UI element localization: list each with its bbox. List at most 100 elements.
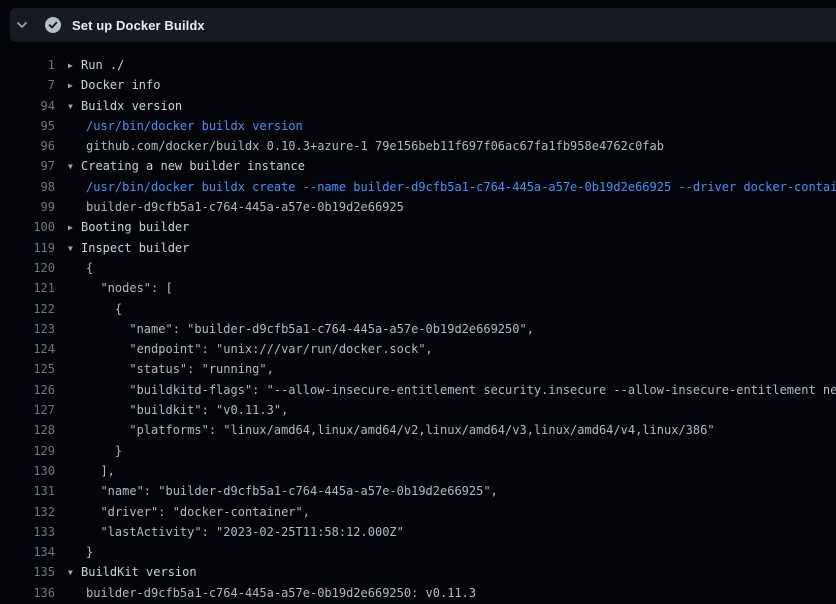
output-text: }: [86, 444, 122, 458]
line-number[interactable]: 95: [0, 116, 55, 136]
line-number[interactable]: 136: [0, 583, 55, 603]
line-content: /usr/bin/docker buildx version: [86, 116, 303, 136]
log-line[interactable]: 135 ▼BuildKit version: [0, 562, 836, 582]
log-line: 130 ],: [0, 461, 836, 481]
line-content: "lastActivity": "2023-02-25T11:58:12.000…: [86, 522, 404, 542]
line-content: "status": "running",: [86, 359, 274, 379]
line-number[interactable]: 126: [0, 380, 55, 400]
line-content: ▼Inspect builder: [68, 238, 189, 258]
chevron-down-icon[interactable]: [14, 17, 30, 33]
line-number[interactable]: 125: [0, 359, 55, 379]
line-content: builder-d9cfb5a1-c764-445a-a57e-0b19d2e6…: [86, 197, 404, 217]
line-number[interactable]: 131: [0, 481, 55, 501]
output-text: ],: [86, 464, 115, 478]
log-line[interactable]: 100 ▶Booting builder: [0, 217, 836, 237]
line-content: "endpoint": "unix:///var/run/docker.sock…: [86, 339, 433, 359]
line-number[interactable]: 94: [0, 96, 55, 116]
group-title: Inspect builder: [81, 241, 189, 255]
log-line: 120 {: [0, 258, 836, 278]
output-text: "platforms": "linux/amd64,linux/amd64/v2…: [86, 423, 715, 437]
output-text: builder-d9cfb5a1-c764-445a-a57e-0b19d2e6…: [86, 200, 404, 214]
line-content: ▶Run ./: [68, 55, 124, 75]
line-number[interactable]: 120: [0, 258, 55, 278]
log-line: 98 /usr/bin/docker buildx create --name …: [0, 177, 836, 197]
log-line: 134 }: [0, 542, 836, 562]
line-content: ▶Docker info: [68, 75, 160, 95]
line-number[interactable]: 98: [0, 177, 55, 197]
line-content: ▼Creating a new builder instance: [68, 156, 305, 176]
log-line: 131 "name": "builder-d9cfb5a1-c764-445a-…: [0, 481, 836, 501]
output-text: }: [86, 545, 93, 559]
line-content: {: [86, 258, 93, 278]
group-title: Run ./: [81, 58, 124, 72]
line-number[interactable]: 135: [0, 562, 55, 582]
chevron-collapsed-icon: ▶: [68, 76, 81, 95]
line-content: builder-d9cfb5a1-c764-445a-a57e-0b19d2e6…: [86, 583, 476, 603]
line-number[interactable]: 121: [0, 278, 55, 298]
log-line: 133 "lastActivity": "2023-02-25T11:58:12…: [0, 522, 836, 542]
step-title: Set up Docker Buildx: [72, 18, 205, 33]
log-line: 136 builder-d9cfb5a1-c764-445a-a57e-0b19…: [0, 583, 836, 603]
output-text: "buildkit": "v0.11.3",: [86, 403, 288, 417]
chevron-expanded-icon: ▼: [68, 97, 81, 116]
output-text: github.com/docker/buildx 0.10.3+azure-1 …: [86, 139, 664, 153]
line-content: }: [86, 441, 122, 461]
line-content: ▶Booting builder: [68, 217, 189, 237]
log-line: 99 builder-d9cfb5a1-c764-445a-a57e-0b19d…: [0, 197, 836, 217]
line-content: ],: [86, 461, 115, 481]
line-number[interactable]: 7: [0, 75, 55, 95]
line-number[interactable]: 99: [0, 197, 55, 217]
group-title: Booting builder: [81, 220, 189, 234]
line-number[interactable]: 134: [0, 542, 55, 562]
line-number[interactable]: 119: [0, 238, 55, 258]
command-text: /usr/bin/docker buildx version: [86, 119, 303, 133]
line-number[interactable]: 124: [0, 339, 55, 359]
log-line: 129 }: [0, 441, 836, 461]
line-number[interactable]: 128: [0, 420, 55, 440]
line-content: }: [86, 542, 93, 562]
line-number[interactable]: 1: [0, 55, 55, 75]
line-number[interactable]: 132: [0, 502, 55, 522]
output-text: {: [86, 261, 93, 275]
log-line: 125 "status": "running",: [0, 359, 836, 379]
log-line[interactable]: 94 ▼Buildx version: [0, 96, 836, 116]
log-line[interactable]: 1 ▶Run ./: [0, 55, 836, 75]
line-number[interactable]: 97: [0, 156, 55, 176]
output-text: "name": "builder-d9cfb5a1-c764-445a-a57e…: [86, 484, 498, 498]
line-number[interactable]: 133: [0, 522, 55, 542]
step-header[interactable]: Set up Docker Buildx: [10, 8, 836, 42]
chevron-collapsed-icon: ▶: [68, 218, 81, 237]
log-line: 127 "buildkit": "v0.11.3",: [0, 400, 836, 420]
output-text: "buildkitd-flags": "--allow-insecure-ent…: [86, 383, 836, 397]
log-line[interactable]: 97 ▼Creating a new builder instance: [0, 156, 836, 176]
line-number[interactable]: 122: [0, 299, 55, 319]
line-content: {: [86, 299, 122, 319]
log-line: 95 /usr/bin/docker buildx version: [0, 116, 836, 136]
log-viewer: 1 ▶Run ./ 7 ▶Docker info 94 ▼Buildx vers…: [0, 55, 836, 603]
log-line: 124 "endpoint": "unix:///var/run/docker.…: [0, 339, 836, 359]
log-line: 128 "platforms": "linux/amd64,linux/amd6…: [0, 420, 836, 440]
line-content: "nodes": [: [86, 278, 173, 298]
log-line: 123 "name": "builder-d9cfb5a1-c764-445a-…: [0, 319, 836, 339]
line-number[interactable]: 130: [0, 461, 55, 481]
log-line[interactable]: 7 ▶Docker info: [0, 75, 836, 95]
line-number[interactable]: 123: [0, 319, 55, 339]
line-content: "platforms": "linux/amd64,linux/amd64/v2…: [86, 420, 715, 440]
chevron-expanded-icon: ▼: [68, 563, 81, 582]
line-number[interactable]: 129: [0, 441, 55, 461]
log-line[interactable]: 119 ▼Inspect builder: [0, 238, 836, 258]
line-number[interactable]: 127: [0, 400, 55, 420]
log-line: 126 "buildkitd-flags": "--allow-insecure…: [0, 380, 836, 400]
line-content: "buildkitd-flags": "--allow-insecure-ent…: [86, 380, 836, 400]
output-text: "endpoint": "unix:///var/run/docker.sock…: [86, 342, 433, 356]
line-number[interactable]: 96: [0, 136, 55, 156]
output-text: "lastActivity": "2023-02-25T11:58:12.000…: [86, 525, 404, 539]
line-number[interactable]: 100: [0, 217, 55, 237]
chevron-expanded-icon: ▼: [68, 239, 81, 258]
group-title: Buildx version: [81, 99, 182, 113]
line-content: /usr/bin/docker buildx create --name bui…: [86, 177, 836, 197]
line-content: "buildkit": "v0.11.3",: [86, 400, 288, 420]
command-text: /usr/bin/docker buildx create --name bui…: [86, 180, 836, 194]
chevron-collapsed-icon: ▶: [68, 56, 81, 75]
group-title: BuildKit version: [81, 565, 197, 579]
